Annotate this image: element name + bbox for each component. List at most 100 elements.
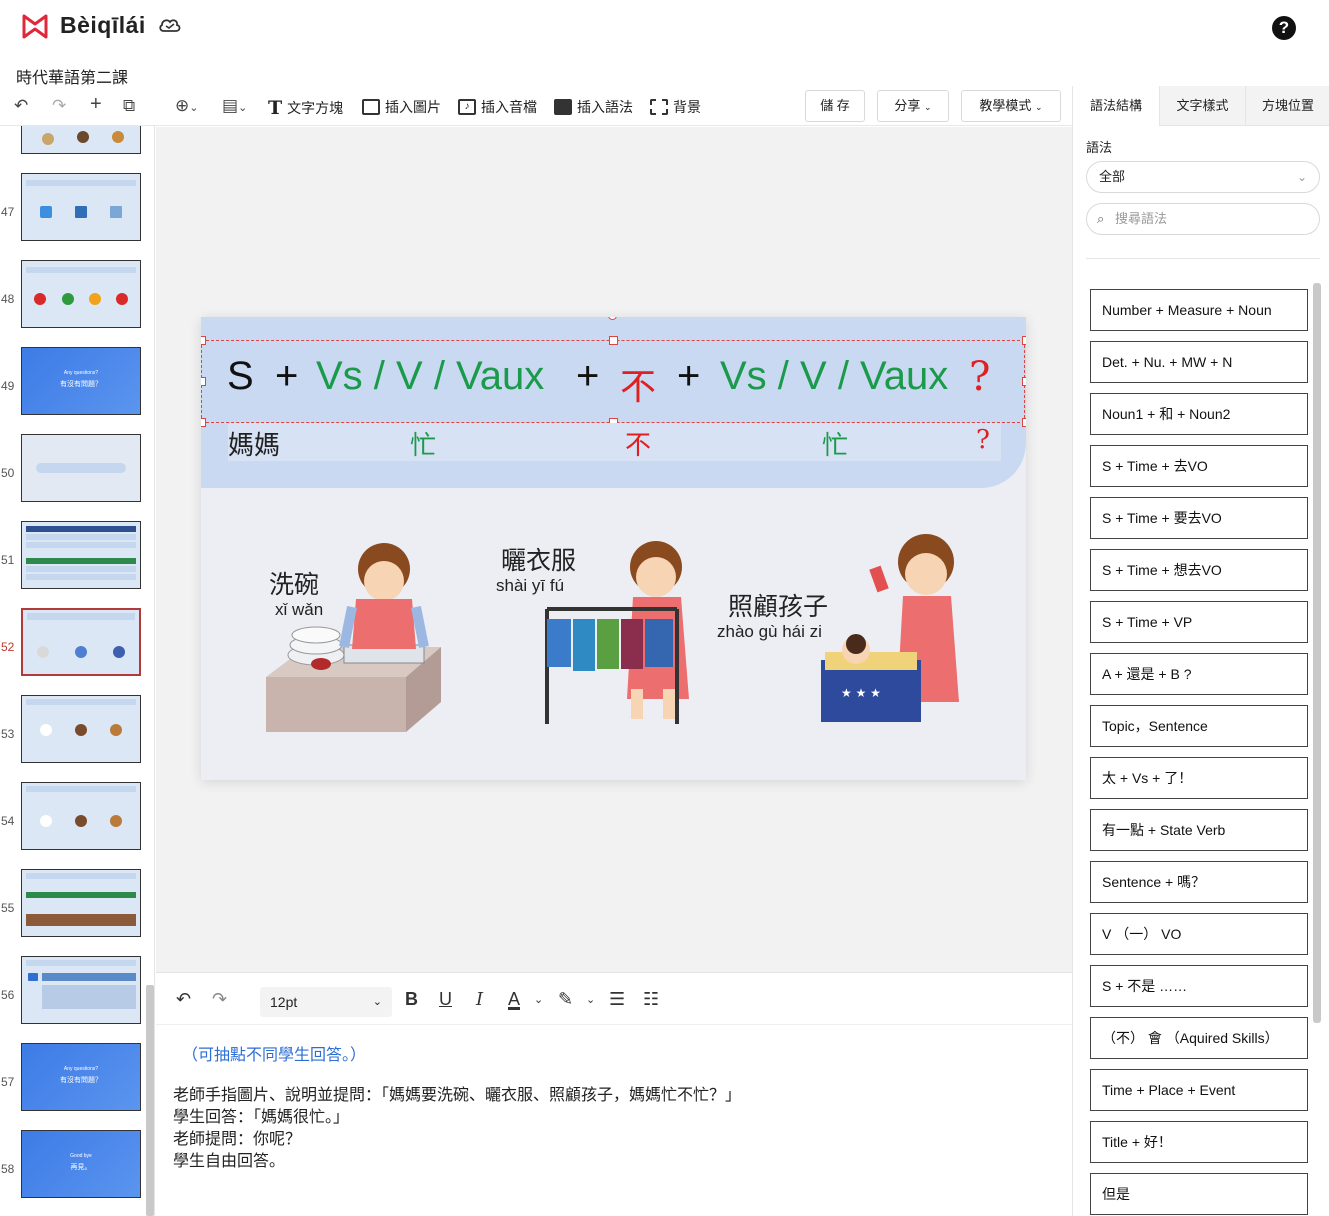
grammar-list-scrollbar[interactable]	[1313, 283, 1321, 1023]
grammar-item[interactable]: 但是	[1090, 1173, 1308, 1215]
redo-icon[interactable]: ↷	[212, 989, 227, 1010]
text-icon: T	[268, 97, 283, 119]
text-color-icon[interactable]: A	[508, 989, 520, 1010]
logo-icon	[22, 14, 48, 39]
grammar-item[interactable]: V （一） VO	[1090, 913, 1308, 955]
resize-handle[interactable]	[201, 418, 206, 427]
grammar-item[interactable]: S + Time + 去VO	[1090, 445, 1308, 487]
grammar-item[interactable]: S + Time + VP	[1090, 601, 1308, 643]
tab-text-style[interactable]: 文字樣式	[1159, 86, 1245, 126]
cloud-sync-icon[interactable]	[158, 15, 182, 35]
tab-block-position[interactable]: 方塊位置	[1245, 86, 1329, 126]
app-name: Bèiqīlái	[60, 12, 146, 38]
duplicate-slide-icon[interactable]: ⧉	[123, 96, 135, 116]
svg-text:★ ★ ★: ★ ★ ★	[841, 686, 881, 700]
note-line[interactable]: 老師提問：你呢？	[173, 1125, 301, 1149]
undo-icon[interactable]: ↶	[14, 96, 28, 116]
grammar-filter-select[interactable]: 全部 ⌄	[1086, 161, 1320, 193]
insert-audio-button[interactable]: ♪ 插入音檔	[458, 97, 537, 117]
resize-handle[interactable]	[1022, 418, 1026, 427]
grammar-item[interactable]: S + 不是 ……	[1090, 965, 1308, 1007]
image-icon	[362, 99, 380, 115]
slide-thumbnail[interactable]: 50	[0, 434, 150, 504]
slide-preview: Any questions? 有沒有問題？	[21, 347, 141, 415]
insert-image-button[interactable]: 插入圖片	[362, 97, 441, 117]
resize-handle[interactable]	[609, 336, 618, 345]
slide-preview	[21, 521, 141, 589]
slide-thumbnail[interactable]: 51	[0, 521, 150, 591]
resize-handle[interactable]	[1022, 377, 1026, 386]
slide-thumbnail-list: 47 48 49 Any questions? 有沒有問題？ 50 51 52 …	[0, 126, 155, 1216]
slide-thumbnail[interactable]: 55	[0, 869, 150, 939]
bullet-list-icon[interactable]: ☰	[609, 989, 625, 1010]
redo-icon[interactable]: ↷	[52, 96, 66, 116]
grammar-item[interactable]: S + Time + 要去VO	[1090, 497, 1308, 539]
insert-grammar-button[interactable]: 插入語法	[554, 97, 633, 117]
text-box-button[interactable]: T 文字方塊	[268, 97, 343, 119]
chevron-down-icon[interactable]: ⌄	[534, 993, 543, 1006]
tab-grammar-structure[interactable]: 語法結構	[1073, 86, 1159, 126]
mom-caring-child-image[interactable]: ★ ★ ★	[811, 532, 991, 742]
resize-handle[interactable]	[201, 336, 206, 345]
pinyin-take-care-children[interactable]: zhào gù hái zi	[717, 622, 822, 642]
slide-thumbnail[interactable]: 58 Good bye 再見。	[0, 1130, 150, 1200]
slide[interactable]: S + Vs / V / Vaux + 不 + Vs / V / Vaux ? …	[201, 317, 1026, 780]
add-slide-icon[interactable]: +	[90, 93, 102, 116]
slide-thumbnail[interactable]: 57 Any questions? 有沒有問題？	[0, 1043, 150, 1113]
grammar-item[interactable]: Sentence + 嗎？	[1090, 861, 1308, 903]
slide-preview: Good bye 再見。	[21, 1130, 141, 1198]
save-button[interactable]: 儲 存	[805, 90, 865, 122]
bold-icon[interactable]: B	[405, 989, 418, 1010]
grammar-search-input[interactable]: ⌕ 搜尋語法	[1086, 203, 1320, 235]
italic-icon[interactable]: I	[476, 989, 483, 1010]
teach-mode-button[interactable]: 教學模式 ⌄	[961, 90, 1061, 122]
grammar-item[interactable]: （不） 會 （Aquired Skills）	[1090, 1017, 1308, 1059]
slide-thumbnail[interactable]: 49 Any questions? 有沒有問題？	[0, 347, 150, 417]
grammar-item[interactable]: S + Time + 想去VO	[1090, 549, 1308, 591]
chevron-down-icon[interactable]: ⌄	[586, 993, 595, 1006]
note-hint[interactable]: （可抽點不同學生回答。）	[182, 1041, 366, 1065]
numbered-list-icon[interactable]: ☷	[643, 989, 659, 1010]
slide-thumbnail[interactable]: 56	[0, 956, 150, 1026]
zoom-icon[interactable]: ⊕⌄	[175, 96, 198, 116]
underline-icon[interactable]: U	[439, 989, 452, 1010]
slide-thumbnail[interactable]: 48	[0, 260, 150, 330]
font-size-select[interactable]: 12pt ⌄	[260, 987, 392, 1017]
mom-hanging-clothes-image[interactable]	[541, 539, 711, 739]
slide-thumbnail[interactable]: 47	[0, 173, 150, 243]
grammar-item[interactable]: A + 還是 + B ?	[1090, 653, 1308, 695]
slide-preview	[21, 869, 141, 937]
document-title[interactable]: 時代華語第二課	[16, 64, 128, 88]
slide-preview	[21, 782, 141, 850]
resize-handle[interactable]	[1022, 336, 1026, 345]
chevron-down-icon: ⌄	[1035, 102, 1043, 112]
note-line[interactable]: 學生回答：「媽媽很忙。」	[173, 1103, 349, 1127]
slide-thumbnail[interactable]: 54	[0, 782, 150, 852]
background-button[interactable]: 背景	[650, 97, 701, 117]
grammar-item[interactable]: Number + Measure + Noun	[1090, 289, 1308, 331]
grammar-item[interactable]: 有一點 + State Verb	[1090, 809, 1308, 851]
example-sentence[interactable]: 媽媽 忙 不 忙 ?	[228, 423, 1001, 461]
mom-washing-dishes-image[interactable]	[256, 537, 456, 737]
help-icon[interactable]: ?	[1272, 16, 1296, 40]
grammar-item[interactable]: Det. + Nu. + MW + N	[1090, 341, 1308, 383]
grammar-item[interactable]: 太 + Vs + 了！	[1090, 757, 1308, 799]
selection-box[interactable]	[201, 340, 1025, 423]
note-line[interactable]: 老師手指圖片、說明並提問：「媽媽要洗碗、曬衣服、照顧孩子，媽媽忙不忙？」	[173, 1081, 741, 1105]
grammar-item[interactable]: Noun1 + 和 + Noun2	[1090, 393, 1308, 435]
resize-handle[interactable]	[201, 377, 206, 386]
slide-thumbnail[interactable]: 53	[0, 695, 150, 765]
slide-thumbnail[interactable]	[0, 126, 150, 156]
note-line[interactable]: 學生自由回答。	[173, 1147, 285, 1171]
slide-canvas: S + Vs / V / Vaux + 不 + Vs / V / Vaux ? …	[156, 127, 1072, 972]
undo-icon[interactable]: ↶	[176, 989, 191, 1010]
grammar-item[interactable]: Title + 好！	[1090, 1121, 1308, 1163]
slide-preview	[21, 608, 141, 676]
grammar-item[interactable]: Time + Place + Event	[1090, 1069, 1308, 1111]
grammar-item[interactable]: Topic，Sentence	[1090, 705, 1308, 747]
thumbnail-scrollbar[interactable]	[146, 985, 154, 1216]
slide-thumbnail-selected[interactable]: 52	[0, 608, 150, 678]
share-button[interactable]: 分享 ⌄	[877, 90, 949, 122]
highlight-icon[interactable]: ✎	[558, 989, 573, 1010]
layout-icon[interactable]: ▤⌄	[222, 96, 247, 116]
